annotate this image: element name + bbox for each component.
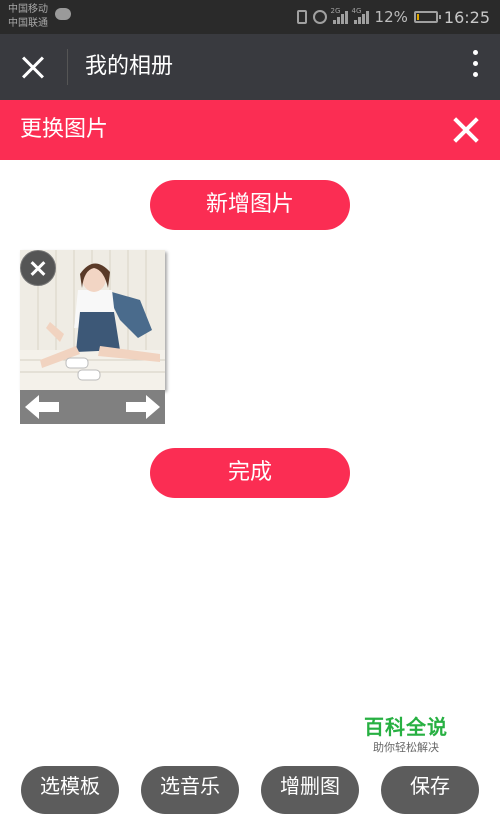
- arrow-right-icon[interactable]: [122, 392, 162, 422]
- watermark: 百科全说 助你轻松解决: [364, 714, 448, 756]
- save-button[interactable]: 保存: [381, 766, 479, 814]
- add-image-button[interactable]: 新增图片: [150, 180, 350, 230]
- close-icon[interactable]: [14, 48, 54, 88]
- panel-title: 更换图片: [20, 117, 109, 142]
- vibrate-icon: [296, 10, 307, 24]
- remove-icon[interactable]: [20, 250, 56, 286]
- signal-icon: 4G: [351, 7, 369, 24]
- alarm-icon: [312, 10, 327, 24]
- battery-percent: 12%: [374, 8, 408, 26]
- arrow-left-icon[interactable]: [23, 392, 63, 422]
- battery-icon: [413, 11, 441, 23]
- title-bar: 我的相册: [0, 34, 500, 100]
- status-icons: 2G 4G 12% 16:25: [296, 6, 490, 28]
- done-button[interactable]: 完成: [150, 448, 350, 498]
- page-title: 我的相册: [85, 54, 174, 79]
- battery-level: [416, 14, 419, 20]
- photo-order-bar: [20, 390, 165, 424]
- carrier-1: 中国移动: [8, 4, 48, 15]
- choose-music-button[interactable]: 选音乐: [141, 766, 239, 814]
- carrier-info: 中国移动 中国联通: [8, 3, 48, 31]
- clock: 16:25: [443, 7, 490, 27]
- photo-card: [20, 250, 165, 424]
- carrier-2: 中国联通: [8, 18, 48, 29]
- signal-icon: 2G: [330, 7, 348, 24]
- watermark-subtitle: 助你轻松解决: [373, 741, 439, 754]
- network-type-1: 2G: [330, 7, 341, 15]
- title-divider: [67, 49, 68, 85]
- close-icon[interactable]: [450, 114, 482, 146]
- status-bar: 中国移动 中国联通 2G 4G 12% 16:25: [0, 0, 500, 34]
- choose-template-button[interactable]: 选模板: [21, 766, 119, 814]
- more-vertical-icon[interactable]: [470, 50, 480, 86]
- watermark-title: 百科全说: [364, 715, 448, 739]
- network-type-2: 4G: [351, 7, 362, 15]
- panel-header: 更换图片: [0, 100, 500, 160]
- wechat-icon: [55, 8, 71, 20]
- edit-images-button[interactable]: 增删图: [261, 766, 359, 814]
